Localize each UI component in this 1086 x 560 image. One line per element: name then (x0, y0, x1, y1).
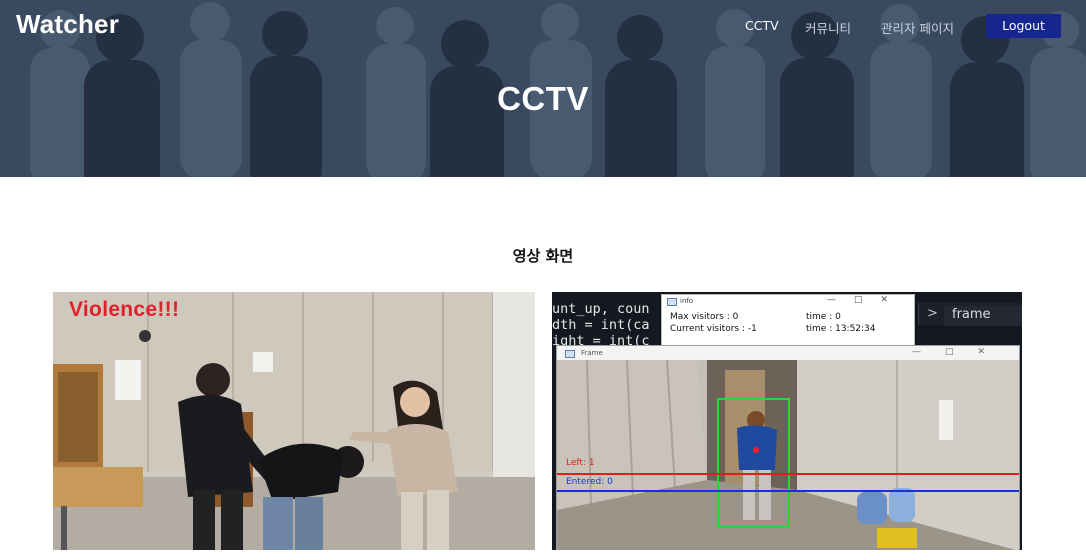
max-visitors-text: Max visitors : 0 (670, 312, 739, 322)
violence-scene-image (53, 292, 535, 550)
frame-window-titlebar: Frame —□✕ (557, 346, 1019, 360)
page-title: CCTV (497, 80, 589, 117)
time-bottom-text: time : 13:52:34 (806, 324, 876, 334)
left-count-line (557, 473, 1019, 475)
left-count-label: Left: 1 (566, 458, 595, 468)
info-window[interactable]: info —□✕ Max visitors : 0 Current visito… (661, 294, 915, 346)
window-controls-icon[interactable]: —□✕ (912, 347, 1009, 357)
hero-banner: Watcher CCTV 커뮤니티 관리자 페이지 Logout CCTV (0, 0, 1086, 177)
section-title: 영상 화면 (512, 247, 574, 265)
nav-link-admin[interactable]: 관리자 페이지 (881, 18, 954, 37)
violence-alert-text: Violence!!! (69, 298, 180, 321)
entered-count-line (557, 490, 1019, 492)
cctv-video-violence[interactable]: Violence!!! (53, 292, 535, 550)
frame-video-view: Left: 1 Entered: 0 (557, 360, 1019, 550)
code-line: dth = int(ca (552, 317, 650, 333)
code-line: unt_up, coun (552, 301, 650, 317)
cctv-video-visitor-counter[interactable]: unt_up, coun dth = int(ca ight = int(c >… (552, 292, 1022, 550)
current-visitors-text: Current visitors : -1 (670, 324, 757, 334)
info-window-title: info (680, 297, 694, 305)
chevron-right-icon: > (927, 306, 938, 321)
detection-bounding-box (717, 398, 790, 528)
time-top-text: time : 0 (806, 312, 841, 322)
app-window-icon (667, 298, 677, 306)
entered-count-label: Entered: 0 (566, 477, 613, 487)
app-window-icon (565, 350, 575, 358)
info-window-titlebar: info —□✕ (662, 295, 914, 308)
window-controls-icon[interactable]: —□✕ (827, 295, 906, 305)
frame-window-title: Frame (581, 349, 603, 357)
logout-button[interactable]: Logout (986, 14, 1061, 38)
top-nav: CCTV 커뮤니티 관리자 페이지 Logout (0, 14, 1086, 40)
nav-link-community[interactable]: 커뮤니티 (805, 18, 851, 37)
frame-window[interactable]: Frame —□✕ Left: 1 Entered: 0 (556, 345, 1020, 550)
terminal-tab[interactable]: frame (944, 306, 1022, 326)
nav-link-cctv[interactable]: CCTV (745, 18, 779, 33)
